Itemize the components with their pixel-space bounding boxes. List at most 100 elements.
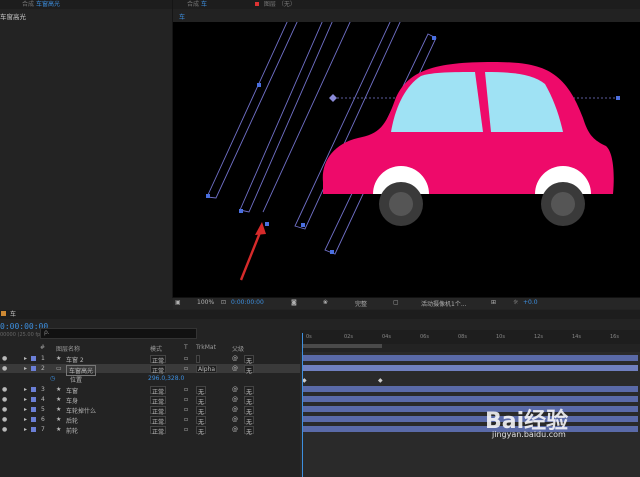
mode-dropdown[interactable]: 正常: [150, 416, 167, 426]
layer-name[interactable]: 前轮: [66, 426, 78, 435]
layer-row[interactable]: ● ▸ 6 ★ 后轮 正常 ▫ 无 @ 无: [0, 415, 300, 426]
pick-whip-icon[interactable]: @: [232, 386, 238, 393]
visibility-eye-icon[interactable]: ●: [2, 396, 7, 403]
grid-icon[interactable]: ▣: [175, 299, 181, 306]
expand-chevron-icon[interactable]: ▸: [24, 365, 27, 372]
visibility-eye-icon[interactable]: ●: [2, 386, 7, 393]
project-item[interactable]: 车窗高光: [0, 11, 26, 21]
layer-row[interactable]: ● ▸ 5 ★ 车轮掉什么 正常 ▫ 无 @ 无: [0, 405, 300, 416]
timeline-tab[interactable]: 车: [10, 310, 16, 319]
layer-row[interactable]: ● ▸ 7 ★ 前轮 正常 ▫ 无 @ 无: [0, 425, 300, 436]
visibility-eye-icon[interactable]: ●: [2, 426, 7, 433]
layer-search-input[interactable]: ρ.: [40, 328, 197, 339]
parent-dropdown[interactable]: 无: [244, 365, 255, 375]
trkmat-dropdown[interactable]: [196, 355, 200, 363]
tab-composition[interactable]: 合成 车: [187, 0, 207, 9]
mode-dropdown[interactable]: 正常: [150, 355, 167, 365]
handle[interactable]: [257, 83, 261, 87]
layer-name[interactable]: 车身: [66, 396, 78, 405]
layer-color-label[interactable]: [31, 417, 36, 422]
trkmat-dropdown[interactable]: 无: [196, 426, 207, 436]
current-time[interactable]: 0:00:00:00: [231, 299, 264, 306]
trkmat-dropdown[interactable]: Alpha: [196, 365, 218, 373]
layer-duration-bar[interactable]: [302, 355, 638, 361]
breadcrumb[interactable]: 车: [179, 12, 185, 21]
time-ruler[interactable]: 0s 02s 04s 06s 08s 10s 12s 14s 16s: [300, 330, 640, 344]
work-area-bar[interactable]: [302, 344, 382, 348]
layer-name[interactable]: 车窗 2: [66, 355, 84, 364]
preserve-transparency-icon[interactable]: ▫: [184, 386, 188, 393]
layer-color-label[interactable]: [31, 427, 36, 432]
mode-dropdown[interactable]: 正常: [150, 365, 167, 375]
layer-duration-bar[interactable]: [302, 416, 638, 422]
layer-duration-bar[interactable]: [302, 406, 638, 412]
mode-dropdown[interactable]: 正常: [150, 386, 167, 396]
col-parent[interactable]: 父级: [232, 344, 244, 353]
layer-duration-bar[interactable]: [302, 365, 638, 371]
color-channel-icon[interactable]: ❀: [323, 299, 328, 306]
preserve-transparency-icon[interactable]: ▫: [184, 426, 188, 433]
resolution-dropdown[interactable]: 完整: [355, 299, 367, 308]
preserve-transparency-icon[interactable]: ▫: [184, 396, 188, 403]
layer-row[interactable]: ● ▸ 2 ▭ 车窗高光 正常 ▫ Alpha @ 无: [0, 364, 300, 376]
camera-dropdown[interactable]: 活动摄像机: [421, 299, 451, 308]
stripe-outline-1[interactable]: [206, 19, 299, 199]
preserve-transparency-icon[interactable]: ▫: [184, 416, 188, 423]
col-trkmat[interactable]: TrkMat: [196, 344, 216, 351]
project-tab[interactable]: 合成 车窗高光: [22, 0, 60, 9]
roi-icon[interactable]: ▢: [393, 299, 399, 306]
layer-duration-bar[interactable]: [302, 386, 638, 392]
col-mode[interactable]: 模式: [150, 344, 162, 353]
track-area[interactable]: ◆ ◆: [300, 352, 640, 477]
pick-whip-icon[interactable]: @: [232, 416, 238, 423]
visibility-eye-icon[interactable]: ●: [2, 365, 7, 372]
pick-whip-icon[interactable]: @: [232, 426, 238, 433]
trkmat-dropdown[interactable]: 无: [196, 406, 207, 416]
layer-color-label[interactable]: [31, 356, 36, 361]
pick-whip-icon[interactable]: @: [232, 406, 238, 413]
anchor-point-icon[interactable]: [329, 94, 337, 102]
mode-dropdown[interactable]: 正常: [150, 426, 167, 436]
pick-whip-icon[interactable]: @: [232, 396, 238, 403]
region-icon[interactable]: ⊡: [221, 299, 226, 306]
expand-chevron-icon[interactable]: ▸: [24, 386, 27, 393]
position-value[interactable]: 296.0,328.0: [148, 375, 184, 382]
zoom-dropdown[interactable]: 100%: [197, 299, 214, 306]
fast-preview-icon[interactable]: ⊞: [491, 299, 496, 306]
layer-duration-bar[interactable]: [302, 396, 638, 402]
layer-row[interactable]: ● ▸ 3 ★ 车窗 正常 ▫ 无 @ 无: [0, 385, 300, 396]
handle[interactable]: [265, 222, 269, 226]
expand-chevron-icon[interactable]: ▸: [24, 396, 27, 403]
stripe-outline-2[interactable]: [239, 19, 334, 213]
expand-chevron-icon[interactable]: ▸: [24, 426, 27, 433]
visibility-eye-icon[interactable]: ●: [2, 406, 7, 413]
tab-layer[interactable]: 图层 （无）: [255, 0, 296, 9]
exposure-value[interactable]: +0.0: [523, 299, 538, 306]
col-layer-name[interactable]: 图层名称: [56, 344, 80, 353]
handle[interactable]: [330, 250, 334, 254]
parent-dropdown[interactable]: 无: [244, 406, 255, 416]
layer-color-label[interactable]: [31, 397, 36, 402]
visibility-eye-icon[interactable]: ●: [2, 355, 7, 362]
layer-row[interactable]: ● ▸ 1 ★ 车窗 2 正常 ▫ @ 无: [0, 354, 300, 365]
layer-color-label[interactable]: [31, 366, 36, 371]
trkmat-dropdown[interactable]: 无: [196, 396, 207, 406]
layer-name[interactable]: 车轮掉什么: [66, 406, 96, 415]
handle[interactable]: [206, 194, 210, 198]
expand-chevron-icon[interactable]: ▸: [24, 406, 27, 413]
stopwatch-icon[interactable]: ◷: [50, 375, 55, 382]
pick-whip-icon[interactable]: @: [232, 355, 238, 362]
trkmat-dropdown[interactable]: 无: [196, 416, 207, 426]
layer-row[interactable]: ● ▸ 4 ★ 车身 正常 ▫ 无 @ 无: [0, 395, 300, 406]
parent-dropdown[interactable]: 无: [244, 426, 255, 436]
handle[interactable]: [301, 223, 305, 227]
expand-chevron-icon[interactable]: ▸: [24, 355, 27, 362]
composition-viewer[interactable]: [173, 19, 640, 297]
views-dropdown[interactable]: 1个...: [451, 299, 467, 308]
preserve-transparency-icon[interactable]: ▫: [184, 355, 188, 362]
layer-color-label[interactable]: [31, 387, 36, 392]
visibility-eye-icon[interactable]: ●: [2, 416, 7, 423]
exposure-icon[interactable]: ☼: [513, 299, 518, 306]
layer-name[interactable]: 车窗: [66, 386, 78, 395]
layer-name[interactable]: 后轮: [66, 416, 78, 425]
